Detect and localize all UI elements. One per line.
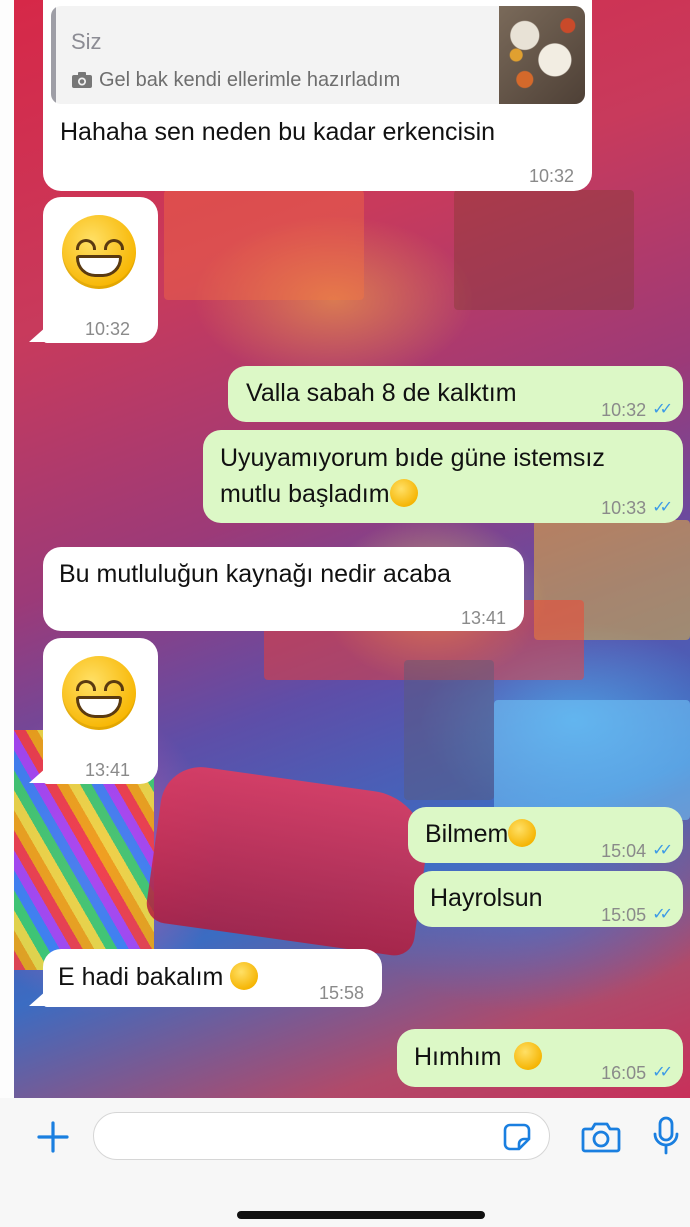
reply-quote[interactable]: Siz Gel bak kendi ellerimle hazırladım [51, 6, 585, 104]
message-text: Bilmem [425, 820, 509, 848]
home-indicator [237, 1211, 485, 1219]
read-ticks-icon: ✓✓ [652, 906, 673, 923]
message-incoming[interactable]: E hadi bakalım 15:58 [43, 949, 382, 1007]
read-ticks-icon: ✓✓ [652, 499, 673, 516]
message-time: 10:32 [528, 166, 574, 186]
message-text: Hahaha sen neden bu kadar erkencisin [60, 118, 496, 146]
message-time: 13:41 [460, 608, 506, 628]
bubble-tail [29, 767, 47, 783]
message-text: E hadi bakalım [58, 963, 224, 991]
message-outgoing[interactable]: Hımhım 16:05 ✓✓ [397, 1029, 683, 1087]
message-time: 16:05 [601, 1063, 647, 1083]
message-incoming-emoji[interactable]: 10:32 [43, 197, 158, 343]
message-time: 15:04 [601, 841, 647, 861]
plus-icon[interactable] [34, 1118, 72, 1156]
message-text-line-1: Uyuyamıyorum bıde güne istemsız [220, 444, 605, 472]
camera-icon [71, 71, 93, 89]
face-with-hand-over-mouth-emoji [514, 1042, 543, 1070]
sticker-icon[interactable] [500, 1120, 534, 1154]
message-incoming-emoji[interactable]: 13:41 [43, 638, 158, 784]
read-ticks-icon: ✓✓ [652, 401, 673, 418]
message-time: 13:41 [85, 760, 131, 780]
bubble-tail [29, 990, 47, 1006]
reply-author: Siz [71, 29, 102, 54]
message-time: 15:58 [318, 983, 364, 1003]
smiling-face-emoji [508, 819, 537, 847]
grinning-face-emoji [62, 656, 136, 730]
message-time: 10:32 [85, 319, 131, 339]
camera-icon[interactable] [580, 1118, 622, 1156]
message-text-line-2: mutlu başladım [220, 480, 390, 508]
grinning-face-emoji [62, 215, 136, 289]
message-text: Bu mutluluğun kaynağı nedir acaba [59, 560, 451, 588]
left-edge [0, 0, 14, 1098]
message-time: 10:33 [601, 498, 647, 518]
message-time: 15:05 [601, 905, 647, 925]
bubble-tail [29, 326, 47, 342]
message-composer [0, 1098, 690, 1227]
slightly-smiling-face-emoji [230, 962, 259, 990]
reply-bar [51, 6, 56, 104]
message-outgoing[interactable]: Uyuyamıyorum bıde güne istemsız mutlu ba… [203, 430, 683, 523]
read-ticks-icon: ✓✓ [652, 1064, 673, 1081]
message-outgoing[interactable]: Valla sabah 8 de kalktım 10:32 ✓✓ [228, 366, 683, 422]
message-time: 10:32 [601, 400, 647, 420]
read-ticks-icon: ✓✓ [652, 842, 673, 859]
message-outgoing[interactable]: Hayrolsun 15:05 ✓✓ [414, 871, 683, 927]
message-text: Hımhım [414, 1043, 502, 1071]
reply-photo-thumbnail[interactable] [499, 6, 585, 104]
message-outgoing[interactable]: Bilmem 15:04 ✓✓ [408, 807, 683, 863]
message-text: Hayrolsun [430, 884, 543, 912]
reply-text: Gel bak kendi ellerimle hazırladım [99, 69, 401, 91]
grinning-face-emoji [389, 479, 418, 507]
message-incoming[interactable]: Bu mutluluğun kaynağı nedir acaba 13:41 [43, 547, 524, 631]
message-input[interactable] [93, 1112, 550, 1160]
message-text: Valla sabah 8 de kalktım [246, 379, 517, 407]
microphone-icon[interactable] [650, 1116, 682, 1156]
message-incoming-reply[interactable]: Siz Gel bak kendi ellerimle hazırladım H… [43, 0, 592, 191]
